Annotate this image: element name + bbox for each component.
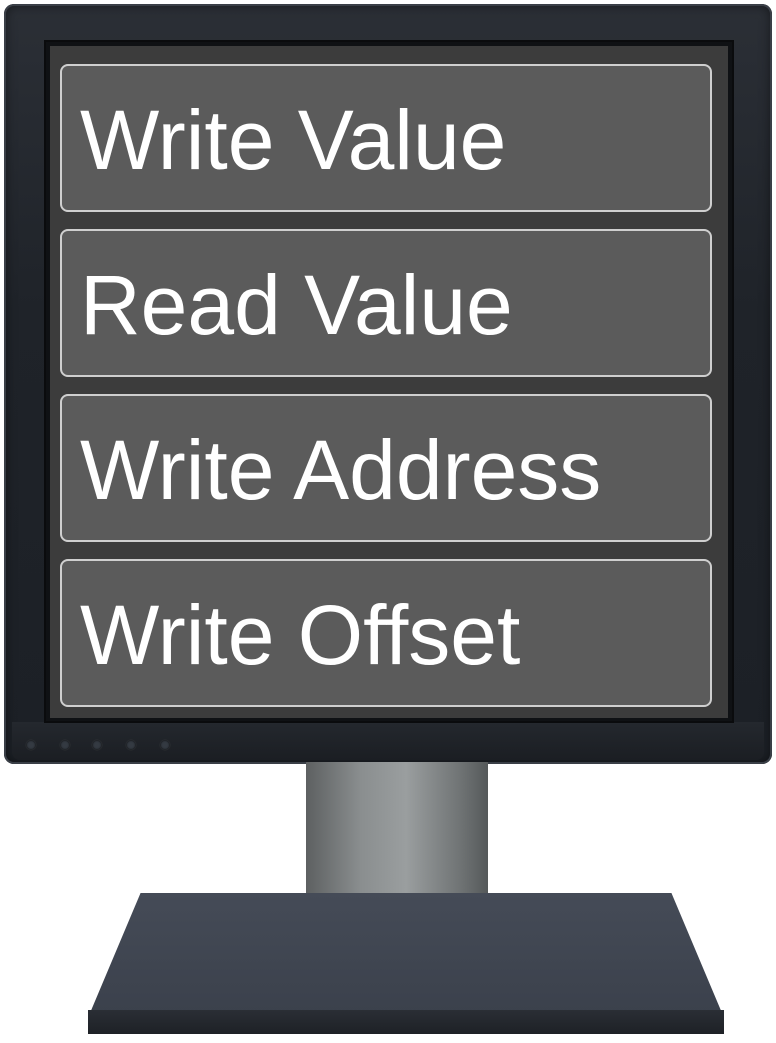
write-value-button[interactable]: Write Value: [60, 64, 712, 212]
monitor-bezel-controls-strip: [12, 722, 764, 760]
monitor-power-button-icon: [160, 740, 170, 750]
write-address-button[interactable]: Write Address: [60, 394, 712, 542]
monitor-control-button-icon: [60, 740, 70, 750]
write-offset-button[interactable]: Write Offset: [60, 559, 712, 707]
monitor-control-button-icon: [92, 740, 102, 750]
monitor-control-button-icon: [126, 740, 136, 750]
monitor-stand-base: [90, 893, 722, 1013]
monitor-stand-base-edge: [88, 1010, 724, 1034]
monitor-control-button-icon: [26, 740, 36, 750]
read-value-button[interactable]: Read Value: [60, 229, 712, 377]
